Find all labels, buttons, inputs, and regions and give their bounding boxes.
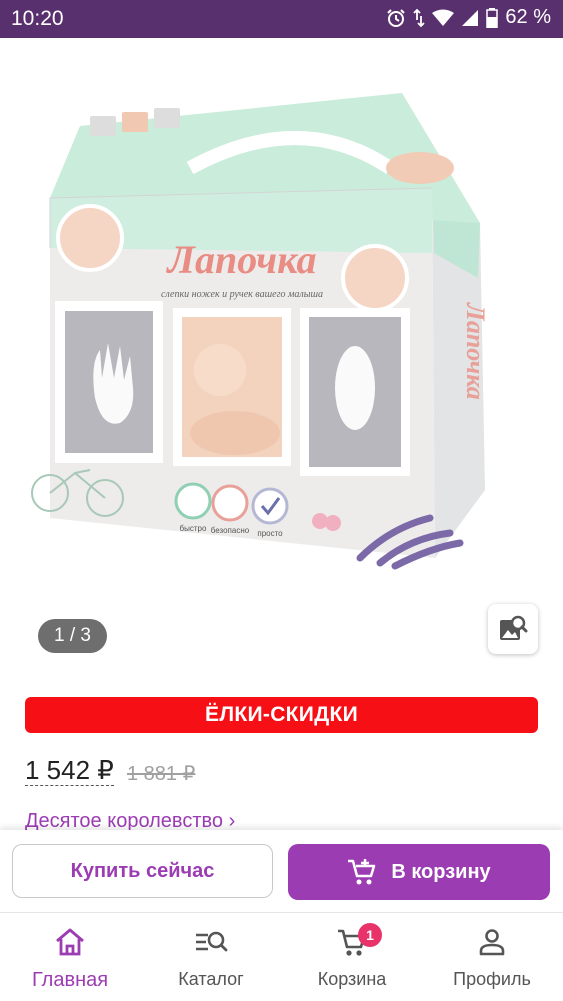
product-image[interactable]: Лапочка Лапочка слепки ножек и ручек ваш… (30, 88, 530, 573)
buy-now-button[interactable]: Купить сейчас (12, 844, 273, 898)
nav-home[interactable]: Главная (0, 913, 140, 1001)
sale-badge[interactable]: ЁЛКИ-СКИДКИ (25, 697, 538, 733)
buy-now-label: Купить сейчас (70, 859, 215, 882)
box-title: Лапочка (166, 237, 317, 282)
nav-cart-label: Корзина (317, 969, 387, 989)
footprint (335, 346, 375, 430)
image-search-icon (500, 615, 528, 640)
add-to-cart-label: В корзину (391, 860, 491, 883)
product-gallery[interactable]: Лапочка Лапочка слепки ножек и ручек ваш… (0, 38, 563, 674)
bottom-navigation: Главная Каталог Корзина 1 Профиль (0, 912, 563, 1001)
nav-catalog-label: Каталог (178, 969, 244, 989)
cart-count-badge: 1 (358, 923, 382, 947)
feature-simple: просто (257, 529, 283, 538)
status-icons: 62 % (386, 6, 551, 29)
nav-cart[interactable]: Корзина (282, 913, 422, 1001)
box-side-title: Лапочка (461, 302, 490, 400)
nav-profile[interactable]: Профиль (422, 913, 562, 1001)
product-price: 1 542 ₽ (25, 755, 114, 786)
catalog-search-icon (196, 931, 228, 952)
image-counter: 1 / 3 (38, 619, 107, 653)
product-old-price: 1 881 ₽ (127, 763, 196, 785)
add-to-cart-button[interactable]: В корзину (288, 844, 550, 900)
image-search-button[interactable] (488, 604, 538, 654)
alarm-icon (387, 8, 406, 27)
status-time: 10:20 (11, 7, 64, 30)
data-arrows-icon (413, 8, 426, 27)
signal-icon (462, 9, 479, 26)
home-icon (56, 928, 84, 956)
nav-profile-label: Профиль (453, 969, 531, 989)
add-to-cart-icon (348, 859, 376, 885)
nav-home-label: Главная (31, 969, 109, 991)
battery-icon (486, 7, 499, 28)
feature-safe: безопасно (211, 526, 250, 535)
box-subtitle: слепки ножек и ручек вашего малыша (161, 289, 323, 300)
feature-fast: быстро (180, 524, 207, 533)
status-bar: 10:20 62 % (0, 0, 563, 38)
wifi-icon (432, 9, 455, 26)
nav-catalog[interactable]: Каталог (141, 913, 281, 1001)
battery-percent: 62 % (505, 6, 551, 28)
profile-icon (479, 929, 505, 956)
purchase-bar: Купить сейчас В корзину (0, 830, 563, 912)
